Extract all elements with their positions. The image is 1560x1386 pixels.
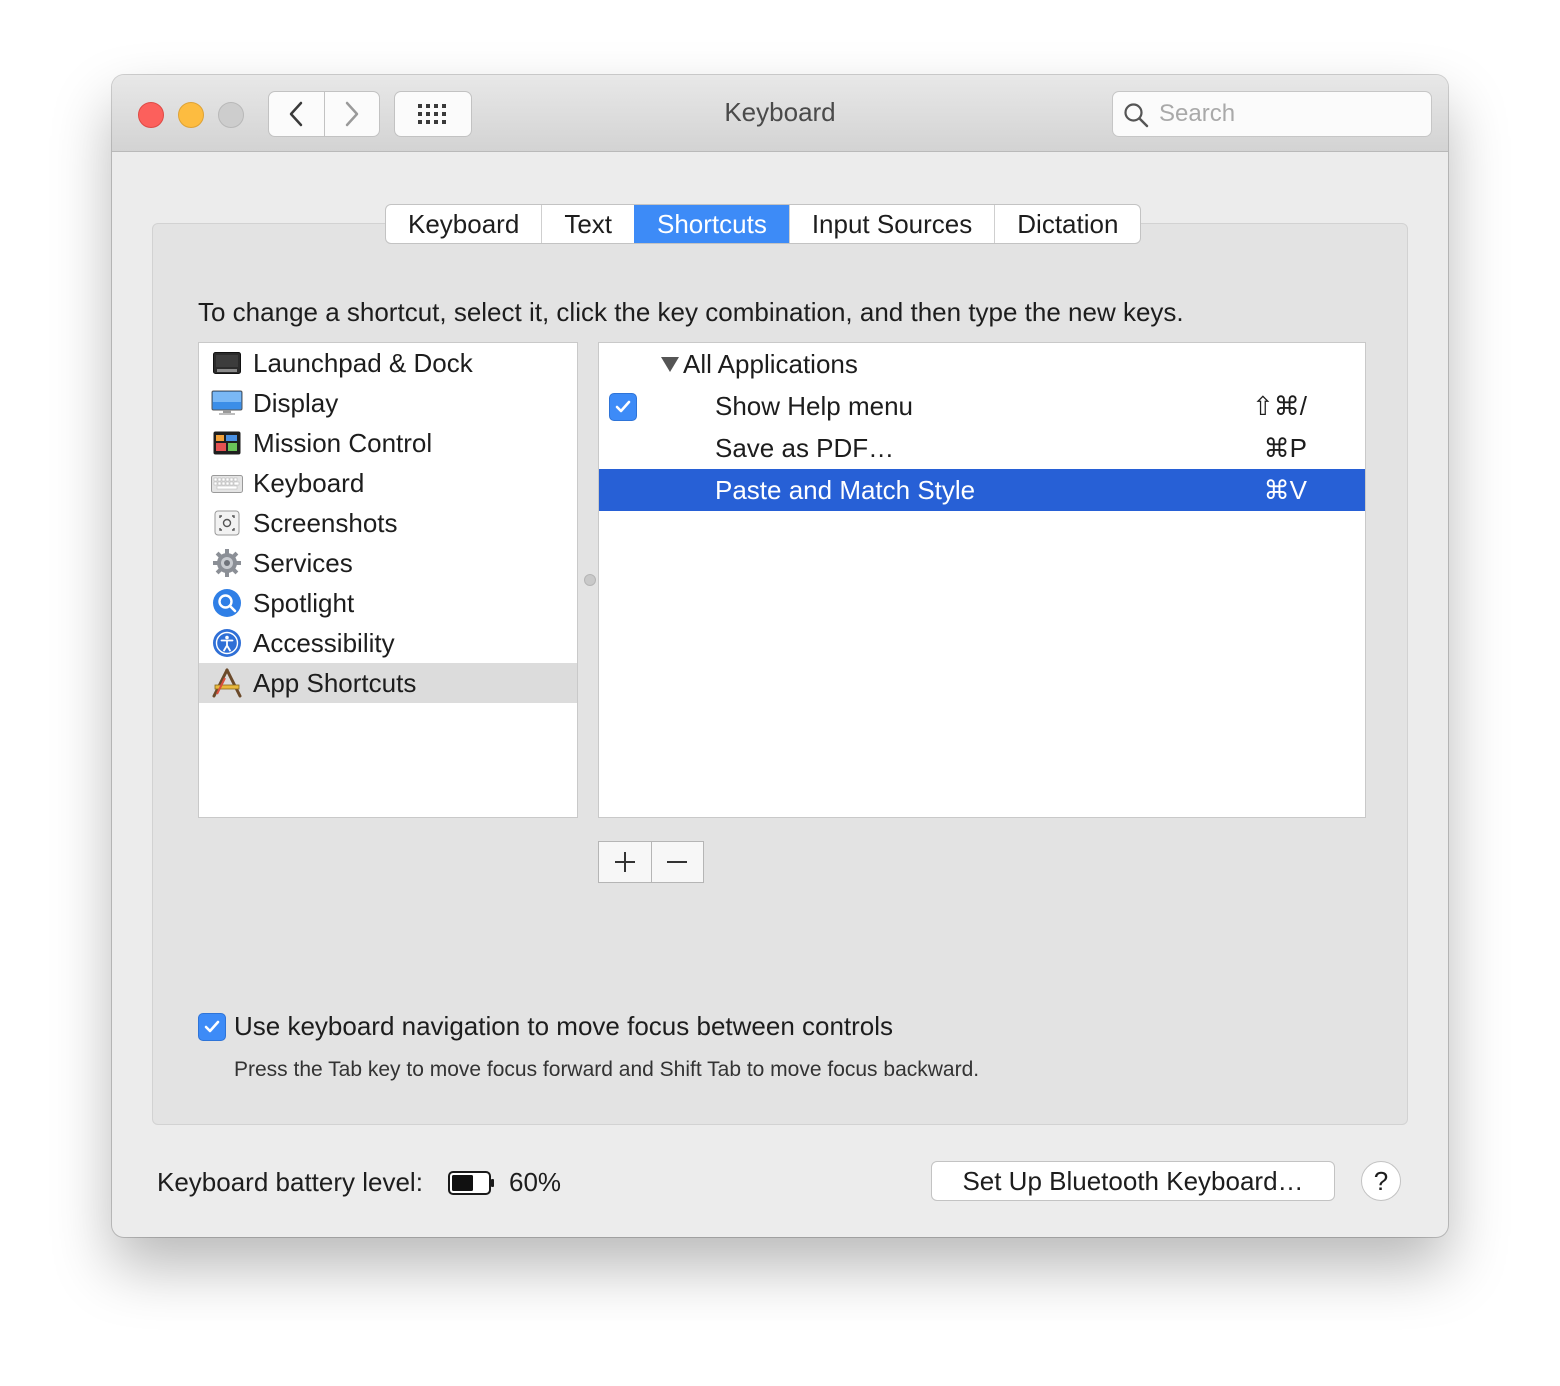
group-row-all-applications[interactable]: All Applications [599,343,1365,385]
mission-control-icon [211,427,243,459]
tab-text[interactable]: Text [541,205,634,243]
services-gear-icon [211,547,243,579]
category-label: Spotlight [253,587,355,618]
shortcuts-table: All Applications Show Help menu ⇧⌘/ Save… [598,342,1366,818]
shortcut-row[interactable]: Show Help menu ⇧⌘/ [599,385,1365,427]
category-app-shortcuts[interactable]: App Shortcuts [199,663,577,703]
search-input[interactable] [1157,98,1421,130]
split-view-handle[interactable] [584,574,596,586]
accessibility-icon [211,627,243,659]
checkmark-icon [204,1020,220,1033]
category-label: Keyboard [253,467,365,498]
category-label: Launchpad & Dock [253,347,473,378]
category-display[interactable]: Display [199,383,577,423]
category-label: Screenshots [253,507,398,538]
spotlight-icon [211,587,243,619]
category-mission-control[interactable]: Mission Control [199,423,577,463]
category-services[interactable]: Services [199,543,577,583]
help-button[interactable]: ? [1361,1161,1401,1201]
category-label: Accessibility [253,627,395,658]
minus-icon [667,861,688,863]
group-label: All Applications [683,349,858,379]
tab-shortcuts[interactable]: Shortcuts [634,205,789,243]
shortcut-label: Show Help menu [715,391,913,421]
tab-keyboard[interactable]: Keyboard [386,205,541,243]
search-field[interactable] [1112,91,1432,137]
screenshots-icon [211,507,243,539]
checkmark-icon [615,400,631,413]
category-launchpad-dock[interactable]: Launchpad & Dock [199,343,577,383]
shortcut-label: Save as PDF… [715,433,895,463]
show-help-menu-checkbox[interactable] [609,393,637,421]
app-shortcuts-icon [211,667,243,699]
search-icon [1124,103,1149,128]
shortcut-keys[interactable]: ⌘V [1264,475,1307,506]
shortcut-category-list: Launchpad & Dock Display Mission Control… [198,342,578,818]
category-keyboard[interactable]: Keyboard [199,463,577,503]
set-up-bluetooth-keyboard-button[interactable]: Set Up Bluetooth Keyboard… [931,1161,1335,1201]
display-icon [211,387,243,419]
launchpad-dock-icon [211,347,243,379]
keyboard-preferences-window: Keyboard Keyboard Text Shortcuts Input S… [112,75,1448,1237]
category-label: Services [253,547,353,578]
instruction-text: To change a shortcut, select it, click t… [198,297,1184,327]
add-remove-group [598,841,704,883]
category-label: Display [253,387,339,418]
shortcut-row-selected[interactable]: Paste and Match Style ⌘V [599,469,1365,511]
category-spotlight[interactable]: Spotlight [199,583,577,623]
keyboard-icon [211,467,243,499]
remove-shortcut-button[interactable] [650,842,704,882]
keyboard-navigation-label[interactable]: Use keyboard navigation to move focus be… [234,1011,893,1042]
category-screenshots[interactable]: Screenshots [199,503,577,543]
tab-input-sources[interactable]: Input Sources [788,205,994,243]
title-bar: Keyboard [112,75,1448,152]
battery-icon [448,1171,494,1195]
category-accessibility[interactable]: Accessibility [199,623,577,663]
shortcut-keys[interactable]: ⇧⌘/ [1252,391,1307,422]
keyboard-navigation-hint: Press the Tab key to move focus forward … [234,1058,980,1081]
battery-percent: 60% [509,1167,562,1197]
shortcut-label: Paste and Match Style [715,475,976,505]
category-label: Mission Control [253,427,433,458]
category-label: App Shortcuts [253,667,417,698]
tab-dictation[interactable]: Dictation [994,205,1140,243]
battery-label: Keyboard battery level: [157,1167,423,1197]
shortcut-keys[interactable]: ⌘P [1264,433,1307,464]
add-shortcut-button[interactable] [599,842,651,882]
shortcut-row[interactable]: Save as PDF… ⌘P [599,427,1365,469]
keyboard-navigation-checkbox[interactable] [198,1013,226,1041]
plus-icon [614,852,635,872]
tab-bar: Keyboard Text Shortcuts Input Sources Di… [385,204,1142,244]
disclosure-triangle-icon[interactable] [661,357,679,372]
